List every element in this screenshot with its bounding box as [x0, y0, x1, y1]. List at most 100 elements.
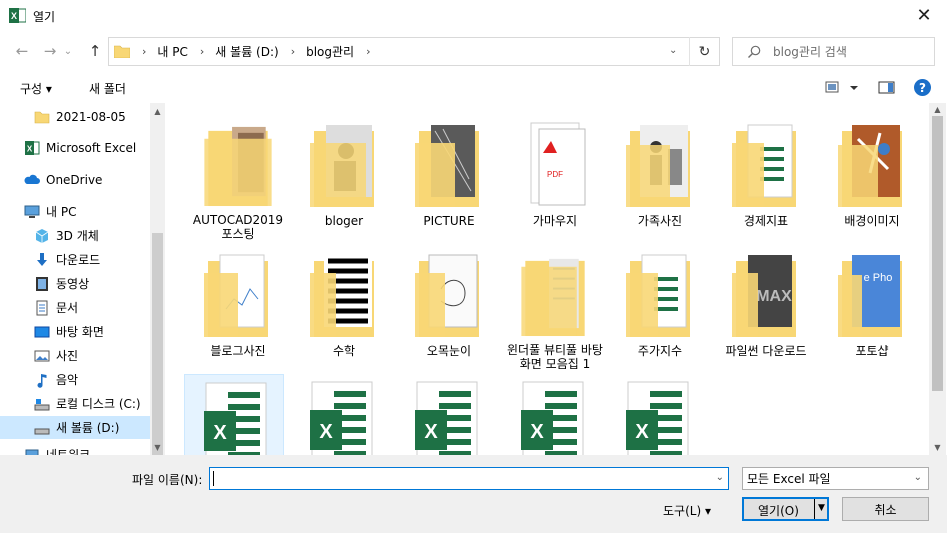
sidebar-item-pictures[interactable]: 사진 [0, 344, 150, 367]
breadcrumb-separator[interactable]: › [366, 45, 370, 58]
sidebar-scroll-thumb[interactable] [152, 233, 163, 455]
scroll-up-icon[interactable]: ▲ [153, 107, 162, 116]
sidebar-item-desktop[interactable]: 바탕 화면 [0, 320, 150, 343]
breadcrumb-my-pc[interactable]: 내 PC [157, 43, 187, 60]
folder-item[interactable]: 가족사진 [610, 113, 710, 241]
folder-item[interactable]: 주가지수 [610, 243, 710, 371]
folder-item[interactable]: bloger [294, 113, 394, 241]
open-dropdown-icon[interactable]: ▼ [818, 503, 825, 513]
drive-icon [34, 398, 50, 410]
sidebar-scrollbar[interactable]: ▲ ▼ [150, 103, 165, 455]
folder-item[interactable]: 블로그사진 [188, 243, 288, 371]
breadcrumb-separator[interactable]: › [200, 45, 204, 58]
cancel-button[interactable]: 취소 [842, 497, 929, 521]
address-bar[interactable]: › 내 PC › 새 볼륨 (D:) › blog관리 › ⌄ ↻ [108, 37, 720, 66]
folder-item[interactable]: 수학 [294, 243, 394, 371]
document-icon [36, 300, 48, 315]
folder-icon [626, 125, 690, 207]
item-name: 윈더풀 뷰티풀 바탕화면 모음집 1 [507, 343, 603, 371]
scroll-down-icon[interactable]: ▼ [933, 443, 942, 452]
address-history-chevron-icon[interactable]: ⌄ [669, 45, 683, 56]
file-type-select[interactable]: 모든 Excel 파일 ⌄ [742, 467, 929, 490]
scroll-up-icon[interactable]: ▲ [933, 105, 942, 114]
close-icon[interactable]: ✕ [901, 0, 947, 31]
folder-item[interactable]: 오목눈이 [399, 243, 499, 371]
help-icon[interactable]: ? [914, 79, 931, 96]
up-arrow-icon[interactable]: ↑ [84, 40, 106, 62]
command-toolbar: 구성 ▾ 새 폴더 ? [0, 71, 947, 103]
desktop-icon [34, 326, 50, 337]
chevron-down-icon[interactable]: ⌄ [716, 472, 724, 483]
excel-file-icon: X [204, 382, 267, 455]
excel-file-item[interactable]: X [290, 374, 390, 455]
folder-item[interactable]: 배경이미지 [822, 113, 922, 241]
folder-icon [521, 258, 585, 337]
breadcrumb-blog[interactable]: blog관리 [306, 43, 354, 60]
folder-item[interactable]: MAX 파일썬 다운로드 [716, 243, 816, 371]
folder-icon [310, 125, 374, 207]
breadcrumb-separator[interactable]: › [291, 45, 295, 58]
sidebar-item-volume-d[interactable]: 새 볼륨 (D:) [0, 416, 150, 439]
filename-input[interactable]: ⌄ [209, 467, 729, 490]
new-folder-button[interactable]: 새 폴더 [89, 80, 126, 97]
search-box[interactable]: blog관리 검색 [732, 37, 935, 66]
item-name: 블로그사진 [210, 344, 266, 358]
file-list-scroll-thumb[interactable] [932, 116, 943, 391]
folder-icon [204, 254, 268, 337]
folder-item[interactable]: AUTOCAD2019 포스팅 [188, 113, 288, 241]
chevron-down-icon[interactable]: ⌄ [914, 472, 922, 483]
folder-item[interactable]: PICTURE [399, 113, 499, 241]
excel-file-item[interactable]: X [395, 374, 495, 455]
refresh-icon[interactable]: ↻ [689, 37, 719, 66]
sidebar-item-downloads[interactable]: 다운로드 [0, 248, 150, 271]
navigation-bar: ← → ⌄ ↑ › 내 PC › 새 볼륨 (D:) › blog관리 › ⌄ … [0, 31, 947, 71]
excel-app-icon: X [9, 8, 26, 23]
sidebar-item-label: 새 볼륨 (D:) [56, 421, 120, 435]
sidebar-item-videos[interactable]: 동영상 [0, 272, 150, 295]
sidebar-item-local-disk-c[interactable]: 로컬 디스크 (C:) [0, 392, 150, 415]
folder-item[interactable]: PDF 가마우지 [505, 113, 605, 241]
folder-item[interactable]: e Pho 포토샵 [822, 243, 922, 371]
scroll-down-icon[interactable]: ▼ [153, 443, 162, 452]
sidebar-item-onedrive[interactable]: OneDrive [0, 168, 150, 191]
view-options-icon[interactable] [825, 79, 859, 96]
svg-text:X: X [635, 421, 649, 443]
excel-file-item[interactable]: X [184, 374, 284, 455]
sidebar-item-2021-08-05[interactable]: 2021-08-05 [0, 105, 150, 128]
file-list-scrollbar[interactable]: ▲ ▼ [929, 103, 946, 455]
folder-icon [838, 125, 902, 207]
folder-item[interactable]: 윈더풀 뷰티풀 바탕화면 모음집 1 [505, 243, 605, 371]
folder-icon [310, 255, 374, 337]
sidebar-item-music[interactable]: 음악 [0, 368, 150, 391]
item-name: PICTURE [423, 214, 475, 228]
folder-item[interactable]: 경제지표 [716, 113, 816, 241]
folder-icon [732, 124, 796, 207]
sidebar-item-3d-objects[interactable]: 3D 개체 [0, 224, 150, 247]
sidebar-item-label: 음악 [56, 373, 79, 387]
excel-file-icon: X [521, 381, 584, 455]
search-input[interactable]: blog관리 검색 [773, 43, 847, 60]
breadcrumb-volume-d[interactable]: 새 볼륨 (D:) [215, 43, 278, 60]
forward-arrow-icon[interactable]: → [39, 40, 61, 62]
excel-file-item[interactable]: X [501, 374, 601, 455]
sidebar-item-my-pc[interactable]: 내 PC [0, 200, 150, 223]
svg-text:PDF: PDF [547, 170, 563, 179]
preview-pane-icon[interactable] [878, 79, 896, 96]
folder-icon [415, 125, 479, 207]
sidebar-item-label: 3D 개체 [56, 229, 99, 243]
item-name: 수학 [332, 344, 356, 358]
folder-icon: MAX [732, 255, 796, 337]
tools-button[interactable]: 도구(L) ▾ [663, 502, 711, 519]
split-divider [814, 499, 815, 519]
recent-locations-chevron-icon[interactable]: ⌄ [62, 40, 74, 62]
sidebar-item-microsoft-excel[interactable]: X Microsoft Excel [0, 136, 150, 159]
sidebar-item-network[interactable]: 네트워크 [0, 443, 150, 455]
excel-file-item[interactable]: X [606, 374, 706, 455]
folder-icon [626, 254, 690, 337]
organize-button[interactable]: 구성 ▾ [20, 80, 52, 97]
open-button[interactable]: 열기(O) ▼ [742, 497, 829, 521]
back-arrow-icon[interactable]: ← [11, 40, 33, 62]
svg-text:MAX: MAX [756, 288, 792, 305]
navigation-pane: 2021-08-05 X Microsoft Excel OneDrive 내 … [0, 103, 165, 455]
sidebar-item-documents[interactable]: 문서 [0, 296, 150, 319]
